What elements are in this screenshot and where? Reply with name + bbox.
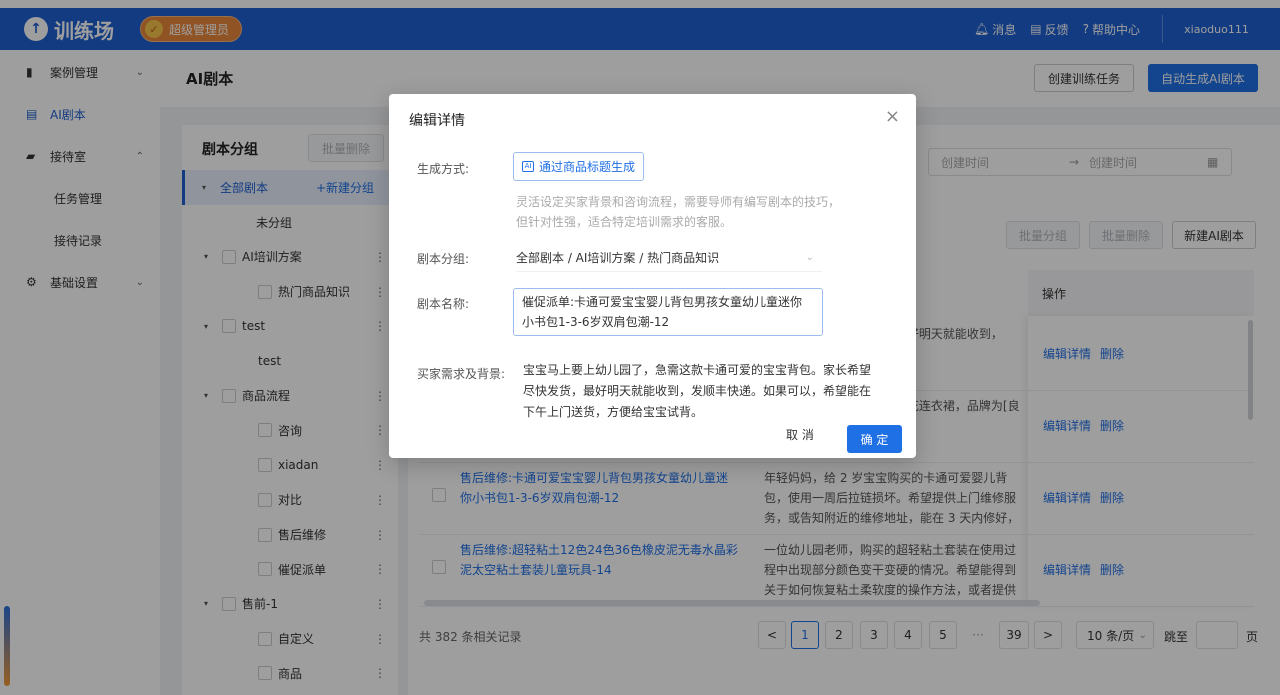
- chevron-down-icon: ⌄: [805, 252, 814, 263]
- script-name-label: 剧本名称:: [417, 297, 470, 311]
- gen-method-label: 生成方式:: [417, 162, 470, 176]
- edit-details-modal: 编辑详情 × 生成方式: AI 通过商品标题生成 灵活设定买家背景和咨询流程，需…: [389, 94, 916, 458]
- ai-icon: AI: [522, 161, 534, 172]
- script-name-input[interactable]: 催促派单:卡通可爱宝宝婴儿背包男孩女童幼儿童迷你小书包1-3-6岁双肩包潮-12: [513, 288, 823, 336]
- gen-method-hint: 灵活设定买家背景和咨询流程，需要导师有编写剧本的技巧，但针对性强，适合特定培训需…: [516, 195, 841, 229]
- script-group-label: 剧本分组:: [417, 252, 470, 266]
- confirm-button[interactable]: 确 定: [847, 425, 902, 453]
- script-group-select[interactable]: 全部剧本 / AI培训方案 / 热门商品知识 ⌄: [516, 244, 822, 272]
- buyer-background-label: 买家需求及背景:: [417, 367, 506, 381]
- script-group-value: 全部剧本 / AI培训方案 / 热门商品知识: [516, 251, 720, 265]
- close-icon[interactable]: ×: [885, 106, 900, 127]
- generate-by-title-label: 通过商品标题生成: [539, 160, 636, 174]
- generate-by-title-button[interactable]: AI 通过商品标题生成: [513, 152, 645, 181]
- modal-title: 编辑详情: [409, 113, 465, 129]
- buyer-background-textarea[interactable]: 宝宝马上要上幼儿园了，急需这款卡通可爱的宝宝背包。家长希望尽快发货，最好明天就能…: [523, 360, 879, 423]
- cancel-button[interactable]: 取 消: [786, 426, 814, 443]
